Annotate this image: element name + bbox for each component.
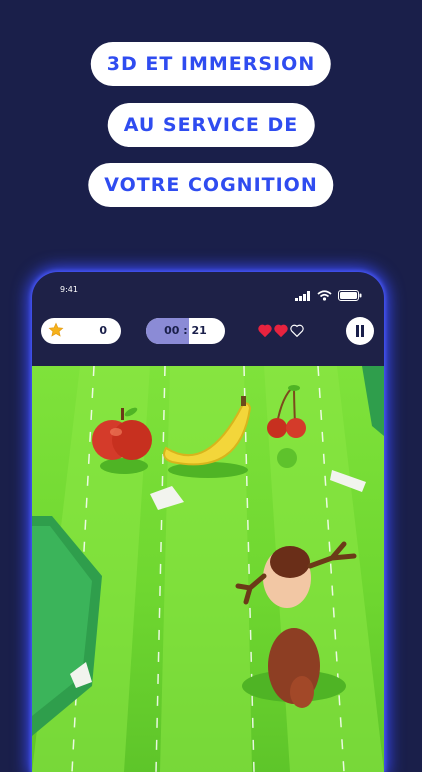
status-bar: 9:41	[32, 272, 384, 312]
lives	[258, 324, 304, 337]
headline-line-3: VOTRE COGNITION	[88, 163, 334, 207]
battery-icon	[338, 290, 362, 301]
signal-icon	[295, 290, 310, 301]
status-time: 9:41	[60, 285, 78, 294]
heart-icon	[290, 324, 304, 337]
headline-line-2: AU SERVICE DE	[107, 103, 315, 147]
game-scene-art	[32, 366, 384, 772]
timer: 00 : 21	[146, 318, 225, 344]
game-scene	[32, 366, 384, 772]
headline-line-1: 3D ET IMMERSION	[90, 42, 332, 86]
heart-icon	[258, 324, 272, 337]
score-counter: 0	[41, 318, 121, 344]
wifi-icon	[317, 290, 332, 301]
heart-icon	[274, 324, 288, 337]
score-value: 0	[99, 324, 107, 337]
star-icon	[48, 322, 64, 337]
phone-mockup: 9:41 0 00: 21	[32, 272, 384, 772]
bush-right	[362, 366, 384, 436]
pause-button[interactable]	[346, 317, 374, 345]
game-hud: 0 00 : 21	[32, 314, 384, 364]
timer-value: 00 : 21	[164, 324, 207, 337]
